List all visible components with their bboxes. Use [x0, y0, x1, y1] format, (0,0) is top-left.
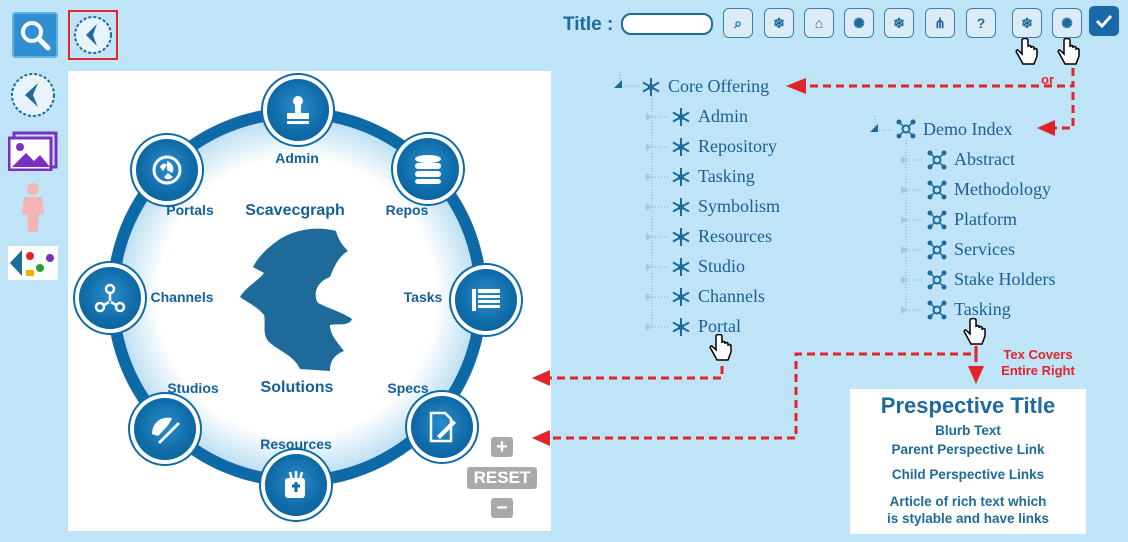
tree-item-resources[interactable]: Resources: [698, 226, 772, 247]
hub-network-icon: [927, 180, 947, 200]
blurb-text: Blurb Text: [935, 423, 1001, 438]
hub-network-icon: [896, 119, 916, 139]
tree-item-channels[interactable]: Channels: [698, 286, 765, 307]
snowflake-network-icon: [672, 168, 690, 186]
tree-item-platform[interactable]: Platform: [954, 209, 1017, 230]
snowflake-network-icon: [672, 108, 690, 126]
tex-covers-note: Tex Covers Entire Right: [988, 347, 1088, 379]
hub-network-icon: [927, 270, 947, 290]
tree-item-tasking-demo[interactable]: Tasking: [954, 299, 1011, 320]
perspective-title: Prespective Title: [880, 393, 1056, 418]
hand-cursor-icon: [963, 318, 986, 345]
tree-item-admin[interactable]: Admin: [698, 106, 748, 127]
tree-item-studio[interactable]: Studio: [698, 256, 745, 277]
snowflake-network-icon: [672, 138, 690, 156]
snowflake-network-icon: [672, 228, 690, 246]
tree-item-symbolism[interactable]: Symbolism: [698, 196, 780, 217]
tree-root-demo-index[interactable]: Demo Index: [923, 119, 1012, 140]
snowflake-network-icon: [672, 198, 690, 216]
tree-item-repository[interactable]: Repository: [698, 136, 777, 157]
child-perspective-links[interactable]: Child Perspective Links: [850, 467, 1086, 482]
rich-text-line-2: is stylable and have links: [886, 511, 1050, 526]
tree-item-stake-holders[interactable]: Stake Holders: [954, 269, 1055, 290]
snowflake-network-icon: [672, 318, 690, 336]
tree-item-methodology[interactable]: Methodology: [954, 179, 1051, 200]
or-label: or: [1041, 72, 1054, 87]
parent-perspective-link[interactable]: Parent Perspective Link: [850, 442, 1086, 457]
hub-network-icon: [927, 240, 947, 260]
hub-network-icon: [927, 210, 947, 230]
perspective-article-panel: Prespective Title Blurb Text Parent Pers…: [850, 389, 1086, 534]
snowflake-network-icon: [672, 288, 690, 306]
tree-item-services[interactable]: Services: [954, 239, 1015, 260]
hub-network-icon: [927, 150, 947, 170]
tree-root-core-offering[interactable]: Core Offering: [668, 76, 769, 97]
hand-cursor-icon: [709, 334, 732, 361]
tree-item-tasking[interactable]: Tasking: [698, 166, 755, 187]
snowflake-network-icon: [672, 258, 690, 276]
hub-network-icon: [927, 300, 947, 320]
tree-item-abstract[interactable]: Abstract: [954, 149, 1015, 170]
tex-covers-line2: Entire Right: [1001, 363, 1075, 378]
snowflake-network-icon: [642, 78, 660, 96]
tex-covers-line1: Tex Covers: [1003, 347, 1073, 362]
rich-text-line-1: Article of rich text which: [889, 494, 1047, 509]
